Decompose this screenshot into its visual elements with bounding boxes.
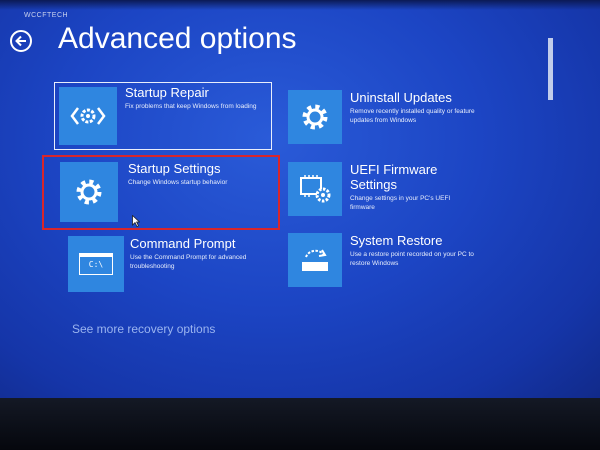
uefi-firmware-title: UEFI Firmware Settings bbox=[350, 162, 438, 192]
system-restore-description: Use a restore point recorded on your PC … bbox=[350, 251, 474, 267]
uninstall-updates-title: Uninstall Updates bbox=[350, 90, 452, 105]
command-prompt-tile[interactable]: C:\ Command Prompt Use the Command Promp… bbox=[68, 236, 268, 294]
startup-repair-title: Startup Repair bbox=[125, 85, 209, 100]
uefi-firmware-tile[interactable]: UEFI Firmware Settings Change settings i… bbox=[288, 162, 488, 222]
startup-settings-description: Change Windows startup behavior bbox=[128, 179, 228, 186]
terminal-icon: C:\ bbox=[68, 236, 124, 292]
system-restore-title: System Restore bbox=[350, 233, 443, 248]
startup-settings-title: Startup Settings bbox=[128, 161, 221, 176]
scrollbar[interactable] bbox=[548, 38, 553, 100]
recovery-screen: WCCFTECH Advanced options Startup Repair… bbox=[0, 0, 600, 398]
monitor-bezel bbox=[0, 398, 600, 450]
terminal-icon-text: C:\ bbox=[79, 253, 113, 275]
system-restore-tile[interactable]: System Restore Use a restore point recor… bbox=[288, 233, 488, 291]
see-more-recovery-options-link[interactable]: See more recovery options bbox=[72, 322, 215, 336]
startup-settings-tile[interactable]: Startup Settings Change Windows startup … bbox=[42, 155, 280, 230]
gear-icon bbox=[288, 90, 342, 144]
uninstall-updates-description: Remove recently installed quality or fea… bbox=[350, 108, 475, 124]
startup-repair-description: Fix problems that keep Windows from load… bbox=[125, 103, 257, 110]
command-prompt-description: Use the Command Prompt for advanced trou… bbox=[130, 254, 247, 270]
uefi-firmware-description: Change settings in your PC's UEFI firmwa… bbox=[350, 195, 451, 211]
chip-gear-icon bbox=[288, 162, 342, 216]
restore-icon bbox=[288, 233, 342, 287]
mouse-cursor-icon bbox=[132, 215, 140, 227]
command-prompt-title: Command Prompt bbox=[130, 236, 236, 251]
screen-top-edge bbox=[0, 0, 600, 10]
uninstall-updates-tile[interactable]: Uninstall Updates Remove recently instal… bbox=[288, 90, 488, 148]
back-arrow-icon bbox=[15, 35, 26, 47]
back-button[interactable] bbox=[10, 30, 32, 52]
code-gear-icon bbox=[59, 87, 117, 145]
watermark: WCCFTECH bbox=[24, 12, 69, 19]
page-title: Advanced options bbox=[58, 22, 297, 55]
startup-repair-tile[interactable]: Startup Repair Fix problems that keep Wi… bbox=[54, 82, 272, 150]
gear-icon bbox=[60, 162, 118, 222]
